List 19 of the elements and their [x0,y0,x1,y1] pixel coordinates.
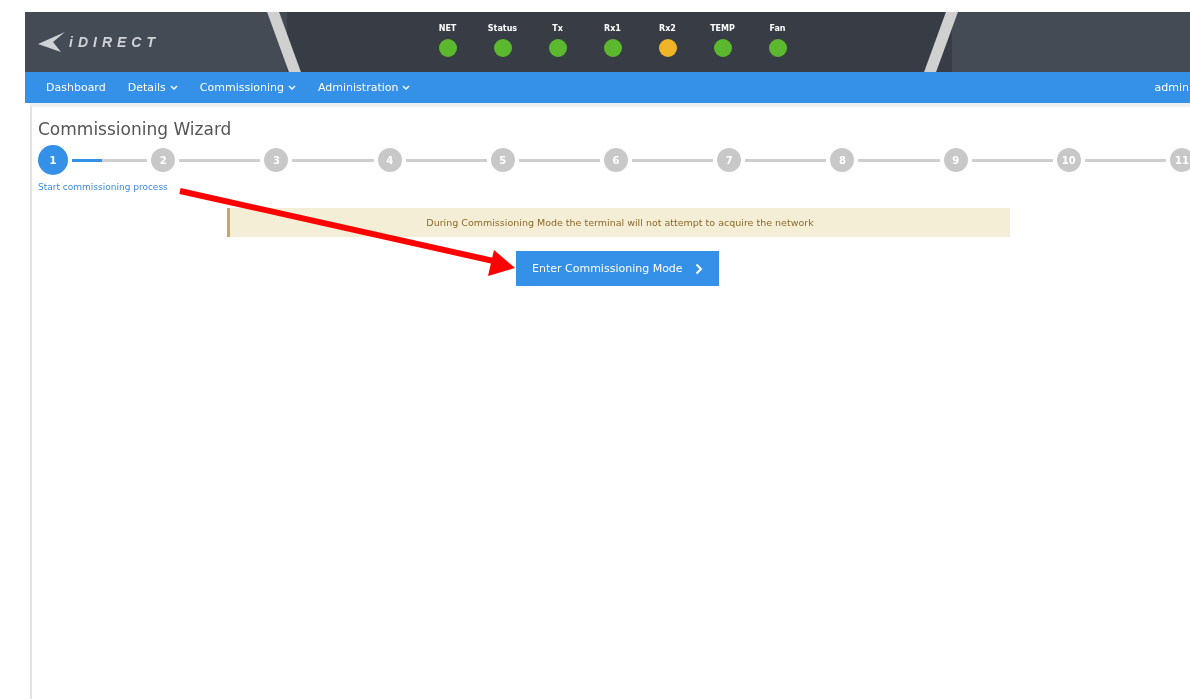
enter-commissioning-button[interactable]: Enter Commissioning Mode [516,251,719,286]
nav-menu-item[interactable]: Dashboard [35,81,117,94]
indicator-label: TEMP [710,24,735,33]
nav-menu-item[interactable]: Commissioning [188,81,307,94]
indicator-label: Status [487,24,518,33]
page-title: Commissioning Wizard [38,119,233,139]
indicator-label: Rx2 [659,24,676,33]
nav-menu-item[interactable]: Administration [306,81,422,94]
nav-menu-item[interactable]: Details [116,81,189,94]
indicator-label: Fan [769,24,786,33]
indicator-label: Tx [552,24,563,33]
indicator-label: Rx1 [604,24,621,33]
chevron-right-icon [694,262,703,275]
notice-banner: During Commissioning Mode the terminal will not attempt to acquire the network [227,208,1010,237]
user-menu[interactable]: admin [1143,81,1190,94]
step-indicator: 1 [38,145,68,175]
step-caption: Start commissioning process [38,182,168,192]
logo-text: iDIRECT [69,34,160,50]
indicator-label: NET [438,24,457,33]
